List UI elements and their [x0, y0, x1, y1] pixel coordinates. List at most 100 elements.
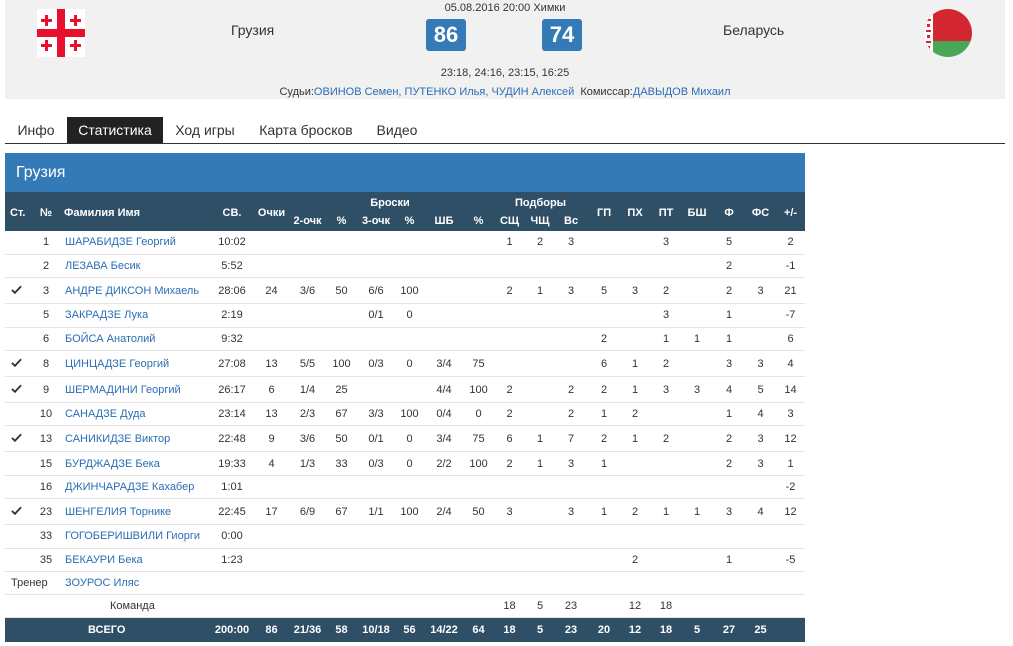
referees-link[interactable]: ОВИНОВ Семен, ПУТЕНКО Илья, ЧУДИН Алексе…: [314, 86, 574, 98]
tab-statistics[interactable]: Статистика: [67, 117, 163, 143]
player-turnovers: [651, 451, 682, 476]
player-2pt-pct: [327, 548, 356, 573]
player-minutes: 9:32: [209, 327, 255, 352]
player-name-link[interactable]: САНАДЗЕ Дуда: [65, 408, 146, 420]
col-3pt-pct: %: [396, 211, 423, 231]
player-steals: [619, 303, 652, 328]
player-minutes: 19:33: [209, 451, 255, 476]
player-off-reb: 1: [492, 231, 528, 255]
player-name-link[interactable]: ДЖИНЧАРАДЗЕ Кахабер: [65, 481, 194, 493]
player-fouls-drawn: 5: [745, 376, 777, 404]
starter-cell: [5, 231, 33, 255]
player-name-cell: ЗАКРАДЗЕ Лука: [59, 303, 209, 328]
commissioner-link[interactable]: ДАВЫДОВ Михаил: [633, 86, 731, 98]
player-name-link[interactable]: БЕКАУРИ Бека: [65, 554, 143, 566]
player-name-link[interactable]: БОЙСА Анатолий: [65, 333, 155, 345]
player-blocks: [681, 475, 714, 500]
player-points: 13: [255, 402, 288, 427]
player-3pt-pct: 100: [396, 402, 423, 427]
player-name-cell: САНИКИДЗЕ Виктор: [59, 425, 209, 453]
player-plus-minus: 12: [776, 425, 806, 453]
table-row: 1 ШАРАБИДЗЕ Георгий 10:02 1 2 3 3 5 2: [5, 231, 806, 255]
player-2pt: [288, 475, 327, 500]
player-def-reb: [527, 524, 554, 549]
total-reb: 23: [553, 617, 590, 642]
player-3pt: 1/1: [356, 498, 396, 526]
tab-info[interactable]: Инфо: [5, 117, 67, 143]
away-team-name: Беларусь: [723, 22, 785, 38]
player-ft: 4/4: [423, 376, 465, 404]
player-2pt-pct: [327, 254, 356, 279]
player-name-cell: САНАДЗЕ Дуда: [59, 402, 209, 427]
player-name-cell: БУРДЖАДЗЕ Бека: [59, 451, 209, 476]
col-points: Очки: [255, 192, 288, 231]
player-fouls-drawn: 3: [745, 277, 777, 305]
player-turnovers: [651, 475, 682, 500]
player-fouls: 5: [713, 231, 746, 255]
total-3pt-pct: 56: [396, 617, 423, 642]
player-name-link[interactable]: ЦИНЦАДЗЕ Георгий: [65, 358, 169, 370]
player-assists: 1: [589, 498, 620, 526]
player-name-link[interactable]: САНИКИДЗЕ Виктор: [65, 433, 170, 445]
player-plus-minus: -2: [776, 475, 806, 500]
player-ft-pct: 100: [465, 376, 493, 404]
player-name-cell: ШЕНГЕЛИЯ Торнике: [59, 498, 209, 526]
player-name-link[interactable]: ШЕРМАДИНИ Георгий: [65, 384, 181, 396]
player-name-link[interactable]: БУРДЖАДЗЕ Бека: [65, 458, 160, 470]
col-3pt: 3-очк: [356, 211, 396, 231]
coach-name-link[interactable]: ЗОУРОС Иляс: [65, 577, 139, 589]
player-off-reb: 2: [492, 376, 528, 404]
player-name-link[interactable]: ШЕНГЕЛИЯ Торнике: [65, 506, 171, 518]
player-assists: [589, 524, 620, 549]
player-number: 6: [33, 327, 59, 352]
player-def-reb: 2: [527, 231, 554, 255]
player-minutes: 22:48: [209, 425, 255, 453]
player-plus-minus: 4: [776, 350, 806, 378]
total-ft-pct: 64: [465, 617, 493, 642]
table-row: 35 БЕКАУРИ Бека 1:23 2 1 -5: [5, 548, 806, 573]
player-off-reb: [492, 350, 528, 378]
player-plus-minus: 12: [776, 498, 806, 526]
player-plus-minus: 2: [776, 231, 806, 255]
player-points: [255, 303, 288, 328]
player-assists: [589, 303, 620, 328]
player-name-link[interactable]: АНДРЕ ДИКСОН Михаель: [65, 285, 199, 297]
player-blocks: 3: [681, 376, 714, 404]
player-fouls-drawn: [745, 475, 777, 500]
total-2pt: 21/36: [288, 617, 327, 642]
player-blocks: 1: [681, 498, 714, 526]
player-name-link[interactable]: ЗАКРАДЗЕ Лука: [65, 309, 148, 321]
player-def-reb: 1: [527, 451, 554, 476]
player-number: 15: [33, 451, 59, 476]
player-fouls: [713, 524, 746, 549]
player-2pt-pct: [327, 327, 356, 352]
player-number: 8: [33, 350, 59, 378]
starter-cell: [5, 254, 33, 279]
player-ft: [423, 524, 465, 549]
starter-cell: [5, 451, 33, 476]
player-name-cell: БОЙСА Анатолий: [59, 327, 209, 352]
player-off-reb: [492, 475, 528, 500]
player-3pt: [356, 254, 396, 279]
player-3pt: 6/6: [356, 277, 396, 305]
player-plus-minus: 14: [776, 376, 806, 404]
player-turnovers: 3: [651, 303, 682, 328]
player-def-reb: [527, 327, 554, 352]
player-name-link[interactable]: ГОГОБЕРИШВИЛИ Гиорги: [65, 530, 200, 542]
player-minutes: 10:02: [209, 231, 255, 255]
player-off-reb: 2: [492, 277, 528, 305]
player-points: 17: [255, 498, 288, 526]
tab-shot-chart[interactable]: Карта бросков: [247, 117, 365, 143]
player-total-reb: [553, 254, 590, 279]
player-ft: 3/4: [423, 350, 465, 378]
tab-video[interactable]: Видео: [365, 117, 429, 143]
player-total-reb: 3: [553, 277, 590, 305]
total-pf: 27: [713, 617, 746, 642]
player-ft-pct: [465, 327, 493, 352]
player-off-reb: [492, 548, 528, 573]
home-score: 86: [426, 19, 466, 51]
tab-game-flow[interactable]: Ход игры: [163, 117, 247, 143]
player-name-link[interactable]: ШАРАБИДЗЕ Георгий: [65, 236, 176, 248]
total-row: ВСЕГО 200:00 86 21/36 58 10/18 56 14/22 …: [5, 617, 806, 642]
player-name-link[interactable]: ЛЕЗАВА Бесик: [65, 260, 140, 272]
